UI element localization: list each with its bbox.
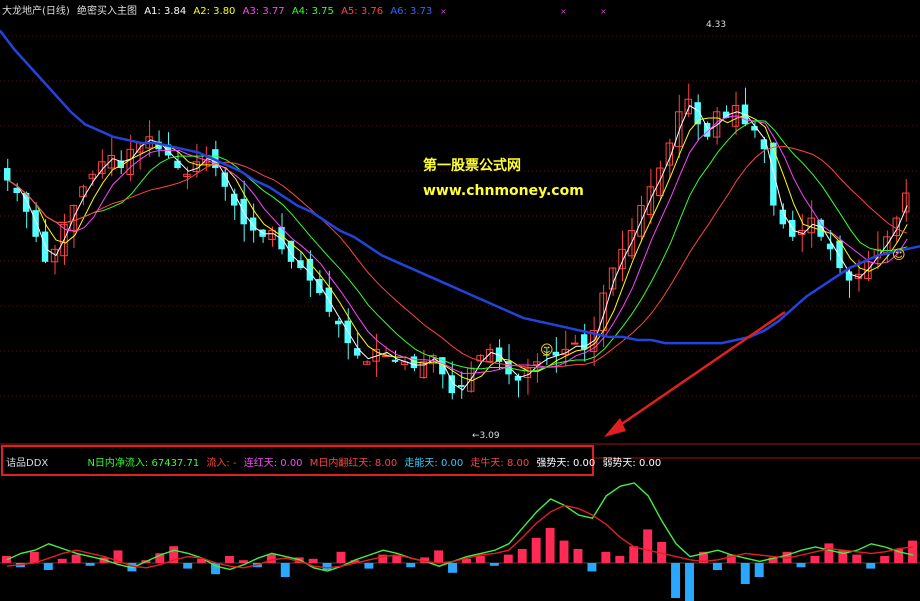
ddx-bar-negative <box>671 563 681 598</box>
indicator-name[interactable]: 绝密买入主图 <box>77 6 137 17</box>
chart-canvas[interactable]: × × × ☺ ☺ <box>0 0 920 601</box>
ddx-bar-negative <box>796 563 806 568</box>
candle-down <box>231 193 238 206</box>
ddx-bar-positive <box>308 558 318 563</box>
ma-value-a6: A6: 3.73 <box>390 6 433 17</box>
candle-down <box>458 385 465 387</box>
watermark-line1: 第一股票公式网 <box>423 158 521 174</box>
high-price-label: 4.33 <box>706 20 727 30</box>
ddx-bar-negative <box>85 563 95 566</box>
indicator-title[interactable]: 诘品DDX <box>6 458 48 469</box>
ddx-bar-negative <box>183 563 193 569</box>
ddx-bar-positive <box>475 556 485 563</box>
smiley-icon-2: ☺ <box>892 248 906 263</box>
ddx-bar-negative <box>754 563 764 577</box>
ma-value-a3: A3: 3.77 <box>242 6 285 17</box>
ddx-bar-negative <box>685 563 694 601</box>
low-price-label: ←3.09 <box>472 431 500 441</box>
ddx-bar-positive <box>238 560 248 563</box>
ddx-bar-positive <box>336 551 346 563</box>
candle-up <box>599 292 607 332</box>
ddx-bar-positive <box>615 556 625 563</box>
ddx-inflow: 流入: - <box>206 458 237 469</box>
ma-value-a1: A1: 3.84 <box>144 6 187 17</box>
price-candles <box>4 83 910 400</box>
indicator-header: 诘品DDX N日内净流入: 67437.71 流入: - 连红天: 0.00 M… <box>6 454 665 469</box>
candle-down <box>4 168 11 181</box>
ddx-bar-negative <box>866 563 876 569</box>
ddx-bull-days: 走牛天: 8.00 <box>470 458 530 469</box>
ddx-bar-negative <box>364 563 374 569</box>
watermark-line2: www.chnmoney.com <box>423 183 584 199</box>
ma-value-a5: A5: 3.76 <box>341 6 384 17</box>
candle-down <box>353 348 361 356</box>
ddx-bar-negative <box>712 563 722 570</box>
candle-down <box>335 320 342 325</box>
ddx-consecutive-red: 连红天: 0.00 <box>243 458 303 469</box>
ddx-weak-days: 弱势天: 0.00 <box>602 458 662 469</box>
candle-down <box>391 359 399 362</box>
signal-marker: × <box>560 7 567 16</box>
ddx-bar-positive <box>880 556 890 563</box>
ddx-bar-positive <box>601 551 611 563</box>
ddx-bar-positive <box>517 549 527 563</box>
ddx-bar-negative <box>489 563 499 566</box>
ddx-bar-positive <box>503 554 513 563</box>
candle-up <box>362 361 371 365</box>
price-grid: × × × <box>0 7 920 397</box>
ddx-bar-positive <box>852 554 862 563</box>
ma-value-a4: A4: 3.75 <box>291 6 334 17</box>
ddx-pane <box>0 482 920 601</box>
ddx-bar-positive <box>559 540 569 563</box>
ma-value-a2: A2: 3.80 <box>193 6 236 17</box>
ddx-bar-positive <box>57 558 67 563</box>
ddx-bar-positive <box>643 529 653 563</box>
chart-header: 大龙地产(日线) 绝密买入主图 A1: 3.84 A2: 3.80 A3: 3.… <box>2 2 436 17</box>
ddx-bar-positive <box>908 540 917 563</box>
ddx-bar-positive <box>71 554 81 563</box>
candle-down <box>174 160 181 169</box>
ddx-bar-negative <box>587 563 597 572</box>
ddx-bar-negative <box>406 563 416 568</box>
ddx-bar-positive <box>2 556 11 563</box>
ddx-line-green <box>6 482 914 572</box>
candle-down <box>249 217 257 231</box>
ddx-bar-positive <box>434 550 444 563</box>
ddx-bar-negative <box>740 563 750 584</box>
ddx-bar-positive <box>531 537 541 563</box>
signal-marker: × <box>440 7 447 16</box>
ddx-bar-positive <box>392 556 402 563</box>
candle-up <box>656 167 664 197</box>
ddx-bar-positive <box>573 549 583 563</box>
ddx-energy-days: 走能天: 0.00 <box>404 458 464 469</box>
candle-down <box>32 210 39 237</box>
ddx-bar-negative <box>280 563 290 577</box>
annotation-arrowhead <box>604 418 626 437</box>
ddx-net-inflow: N日内净流入: 67437.71 <box>87 458 200 469</box>
ddx-bar-positive <box>810 556 820 563</box>
candle-down <box>306 258 314 281</box>
candle-down <box>770 142 777 206</box>
ddx-bar-positive <box>629 546 639 563</box>
ddx-bar-negative <box>43 563 53 570</box>
candle-down <box>580 334 588 350</box>
ddx-bar-negative <box>322 563 332 570</box>
ddx-bar-positive <box>824 543 834 563</box>
stock-title[interactable]: 大龙地产(日线) <box>2 6 70 17</box>
ddx-bar-positive <box>225 556 234 563</box>
signal-marker: × <box>600 7 607 16</box>
ddx-red-days: M日内翻红天: 8.00 <box>309 458 398 469</box>
ddx-bar-negative <box>448 563 457 573</box>
ddx-bar-positive <box>545 528 555 563</box>
smiley-icon: ☺ <box>540 343 554 358</box>
candle-up <box>571 342 579 345</box>
ddx-bar-positive <box>29 551 39 563</box>
ddx-strong-days: 强势天: 0.00 <box>536 458 596 469</box>
